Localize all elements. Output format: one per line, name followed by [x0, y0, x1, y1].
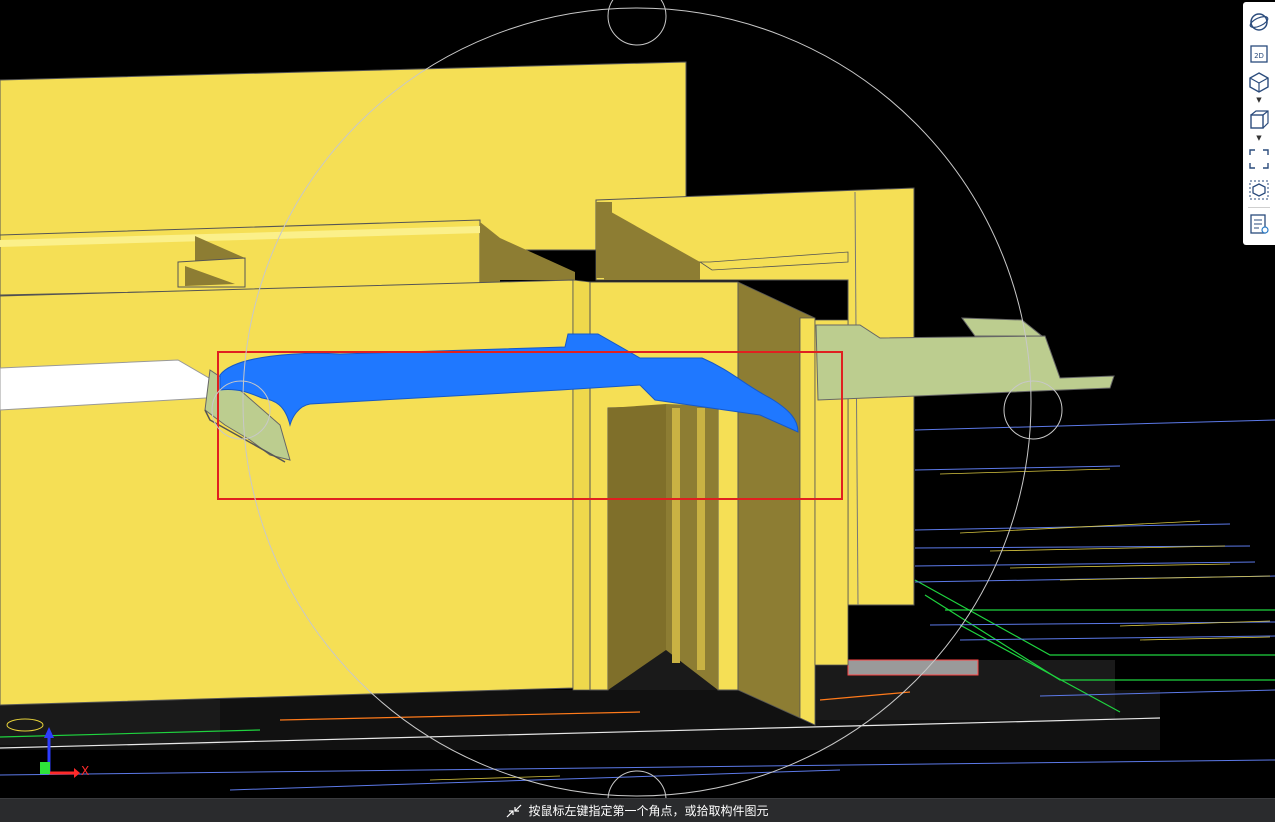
- select-cursor-icon: [506, 804, 522, 818]
- status-prompt: 按鼠标左键指定第一个角点，或拾取构件图元: [528, 804, 769, 818]
- front-wall: [0, 279, 849, 726]
- layer-display-icon[interactable]: [1247, 212, 1271, 236]
- view-3d-dropdown-icon[interactable]: ▼: [1255, 97, 1263, 104]
- view-2d-icon[interactable]: 2D: [1247, 42, 1271, 66]
- view-toolbar: 2D ▼ ▼: [1243, 2, 1275, 245]
- box-display-dropdown-icon[interactable]: ▼: [1255, 135, 1263, 142]
- zoom-extents-icon[interactable]: [1247, 147, 1271, 171]
- orbit-icon[interactable]: [1247, 10, 1271, 34]
- isolate-component-icon[interactable]: [1247, 178, 1271, 202]
- status-bar: 按鼠标左键指定第一个角点，或拾取构件图元: [0, 798, 1275, 822]
- svg-text:2D: 2D: [1254, 52, 1264, 60]
- box-display-icon[interactable]: [1247, 108, 1271, 132]
- x-axis-label: X: [81, 764, 90, 778]
- toolbar-separator: [1248, 207, 1270, 208]
- view-3d-icon[interactable]: [1247, 70, 1271, 94]
- 3d-viewport[interactable]: X: [0, 0, 1275, 821]
